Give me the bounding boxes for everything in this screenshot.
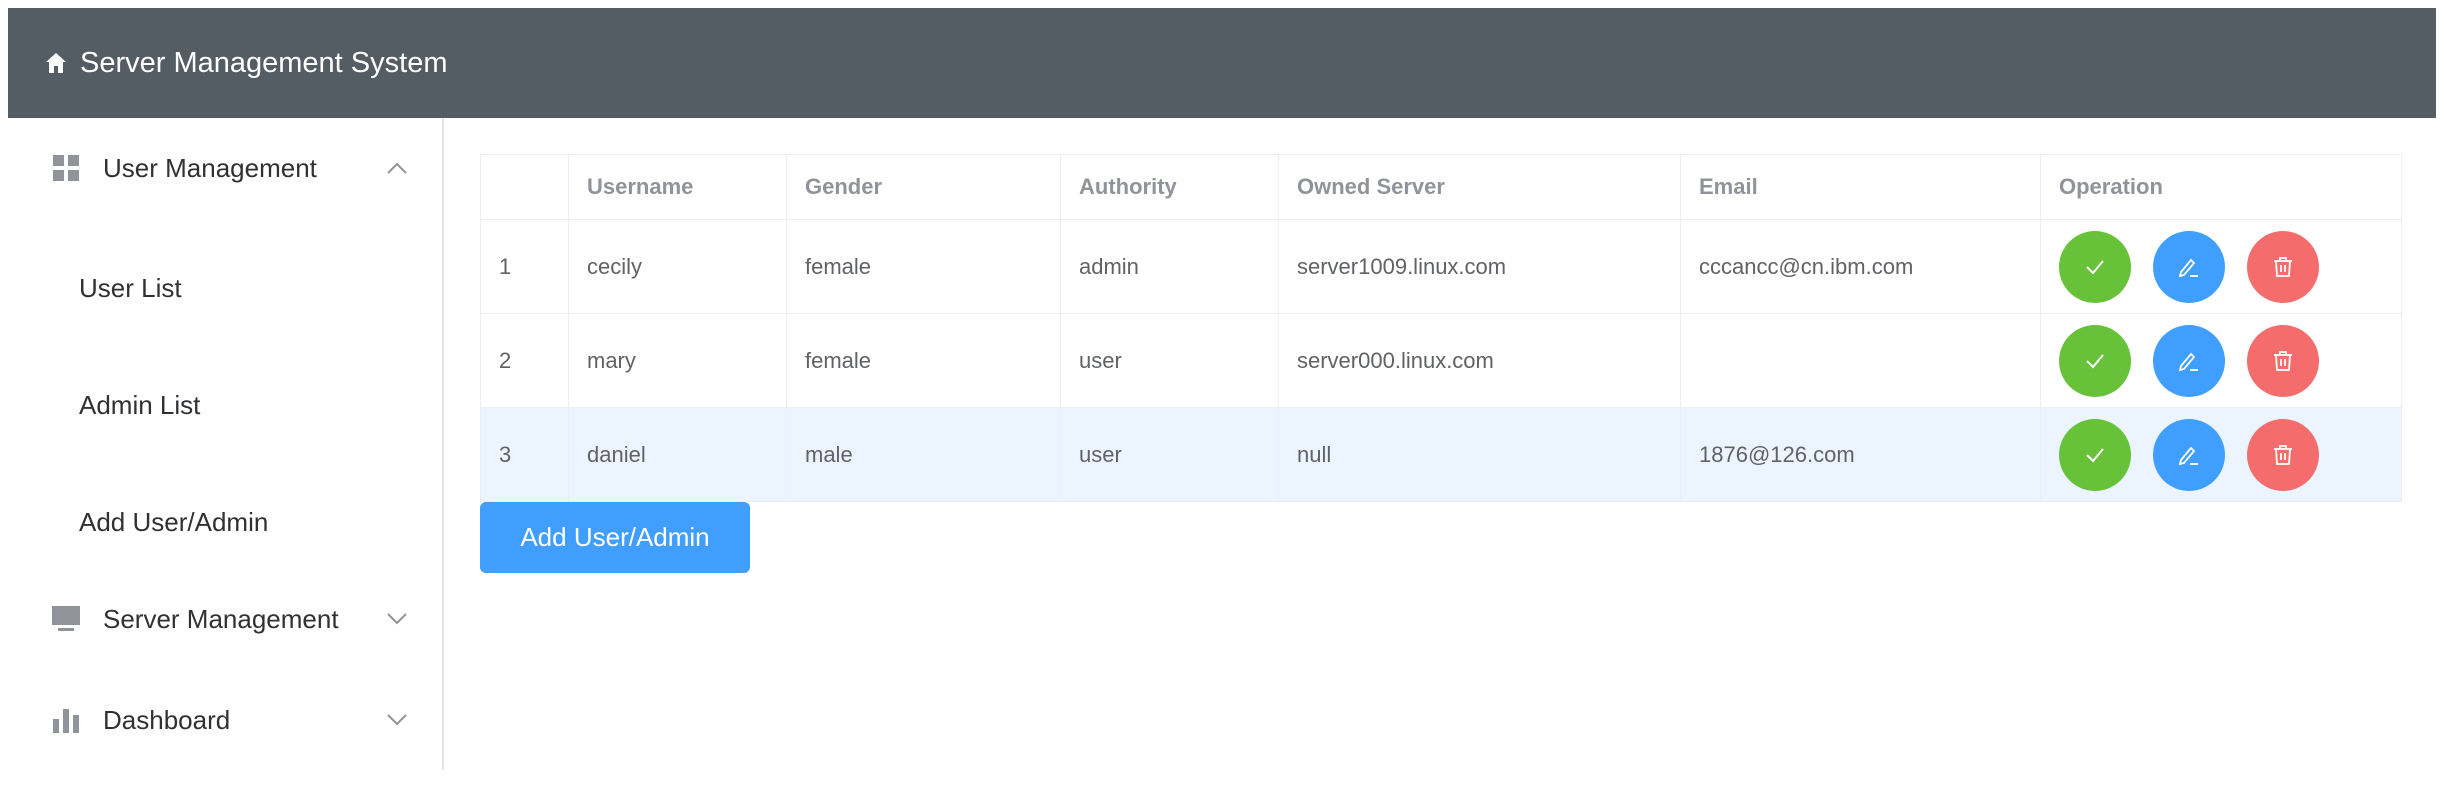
edit-button[interactable]: [2153, 418, 2225, 491]
sidebar-item-add-user-admin[interactable]: Add User/Admin: [8, 482, 440, 562]
owned-server-cell: server000.linux.com: [1279, 314, 1681, 407]
email-cell: 1876@126.com: [1681, 408, 2041, 501]
app-header: Server Management System: [8, 8, 2436, 118]
authority-cell: user: [1061, 408, 1279, 501]
column-header-operation: Operation: [2059, 174, 2163, 199]
email-cell: cccancc@cn.ibm.com: [1681, 220, 2041, 313]
sidebar-item-label: Add User/Admin: [79, 506, 269, 537]
table-header-row: Username Gender Authority Owned Server E…: [481, 155, 2401, 220]
owned-server-cell: server1009.linux.com: [1279, 220, 1681, 313]
bar-chart-icon: [52, 706, 80, 734]
menu-label: Server Management: [103, 603, 339, 634]
edit-button[interactable]: [2153, 324, 2225, 397]
menu-label: User Management: [103, 152, 317, 183]
delete-icon: [2271, 443, 2295, 467]
chevron-down-icon: [386, 608, 408, 630]
email-cell: [1681, 314, 2041, 407]
monitor-icon: [52, 605, 80, 633]
table-row[interactable]: 3 daniel male user null 1876@126.com: [481, 408, 2401, 502]
authority-cell: admin: [1061, 220, 1279, 313]
table-row[interactable]: 2 mary female user server000.linux.com: [481, 314, 2401, 408]
menu-server-management[interactable]: Server Management: [8, 579, 442, 659]
app-title: Server Management System: [80, 46, 448, 79]
edit-button[interactable]: [2153, 230, 2225, 303]
menu-user-management[interactable]: User Management: [8, 128, 442, 208]
delete-button[interactable]: [2247, 230, 2319, 303]
check-icon: [2084, 256, 2106, 278]
menu-label: Dashboard: [103, 704, 231, 735]
approve-button[interactable]: [2059, 418, 2131, 491]
gender-cell: female: [787, 220, 1061, 313]
owned-server-cell: null: [1279, 408, 1681, 501]
row-index: 2: [481, 314, 569, 407]
check-icon: [2084, 350, 2106, 372]
edit-icon: [2177, 443, 2201, 467]
home-icon[interactable]: [44, 51, 68, 75]
gender-cell: female: [787, 314, 1061, 407]
sidebar-item-user-list[interactable]: User List: [8, 248, 440, 328]
chevron-down-icon: [386, 709, 408, 731]
table-row[interactable]: 1 cecily female admin server1009.linux.com cc…: [481, 220, 2401, 314]
chevron-up-icon: [386, 157, 408, 179]
column-header-authority: Authority: [1061, 155, 1279, 219]
operation-cell: [2041, 408, 2401, 501]
column-header-gender: Gender: [787, 155, 1061, 219]
approve-button[interactable]: [2059, 230, 2131, 303]
username-cell: daniel: [569, 408, 787, 501]
column-header-email: Email: [1681, 155, 2041, 219]
delete-button[interactable]: [2247, 324, 2319, 397]
authority-cell: user: [1061, 314, 1279, 407]
row-index: 1: [481, 220, 569, 313]
user-table: Username Gender Authority Owned Server E…: [480, 154, 2402, 502]
delete-button[interactable]: [2247, 418, 2319, 491]
sidebar-item-admin-list[interactable]: Admin List: [8, 365, 440, 445]
column-header-username: Username: [569, 155, 787, 219]
row-index: 3: [481, 408, 569, 501]
add-user-admin-button[interactable]: Add User/Admin: [480, 502, 750, 573]
sidebar-item-label: User List: [79, 272, 182, 303]
operation-cell: [2041, 220, 2401, 313]
delete-icon: [2271, 349, 2295, 373]
approve-button[interactable]: [2059, 324, 2131, 397]
sidebar-item-label: Admin List: [79, 389, 201, 420]
grid-icon: [52, 154, 80, 182]
gender-cell: male: [787, 408, 1061, 501]
edit-icon: [2177, 349, 2201, 373]
edit-icon: [2177, 255, 2201, 279]
menu-dashboard[interactable]: Dashboard: [8, 680, 442, 760]
sidebar: User Management User List Admin List Add…: [8, 118, 444, 770]
column-header-index: [481, 155, 569, 219]
username-cell: mary: [569, 314, 787, 407]
check-icon: [2084, 444, 2106, 466]
delete-icon: [2271, 255, 2295, 279]
username-cell: cecily: [569, 220, 787, 313]
operation-cell: [2041, 314, 2401, 407]
column-header-owned-server: Owned Server: [1279, 155, 1681, 219]
